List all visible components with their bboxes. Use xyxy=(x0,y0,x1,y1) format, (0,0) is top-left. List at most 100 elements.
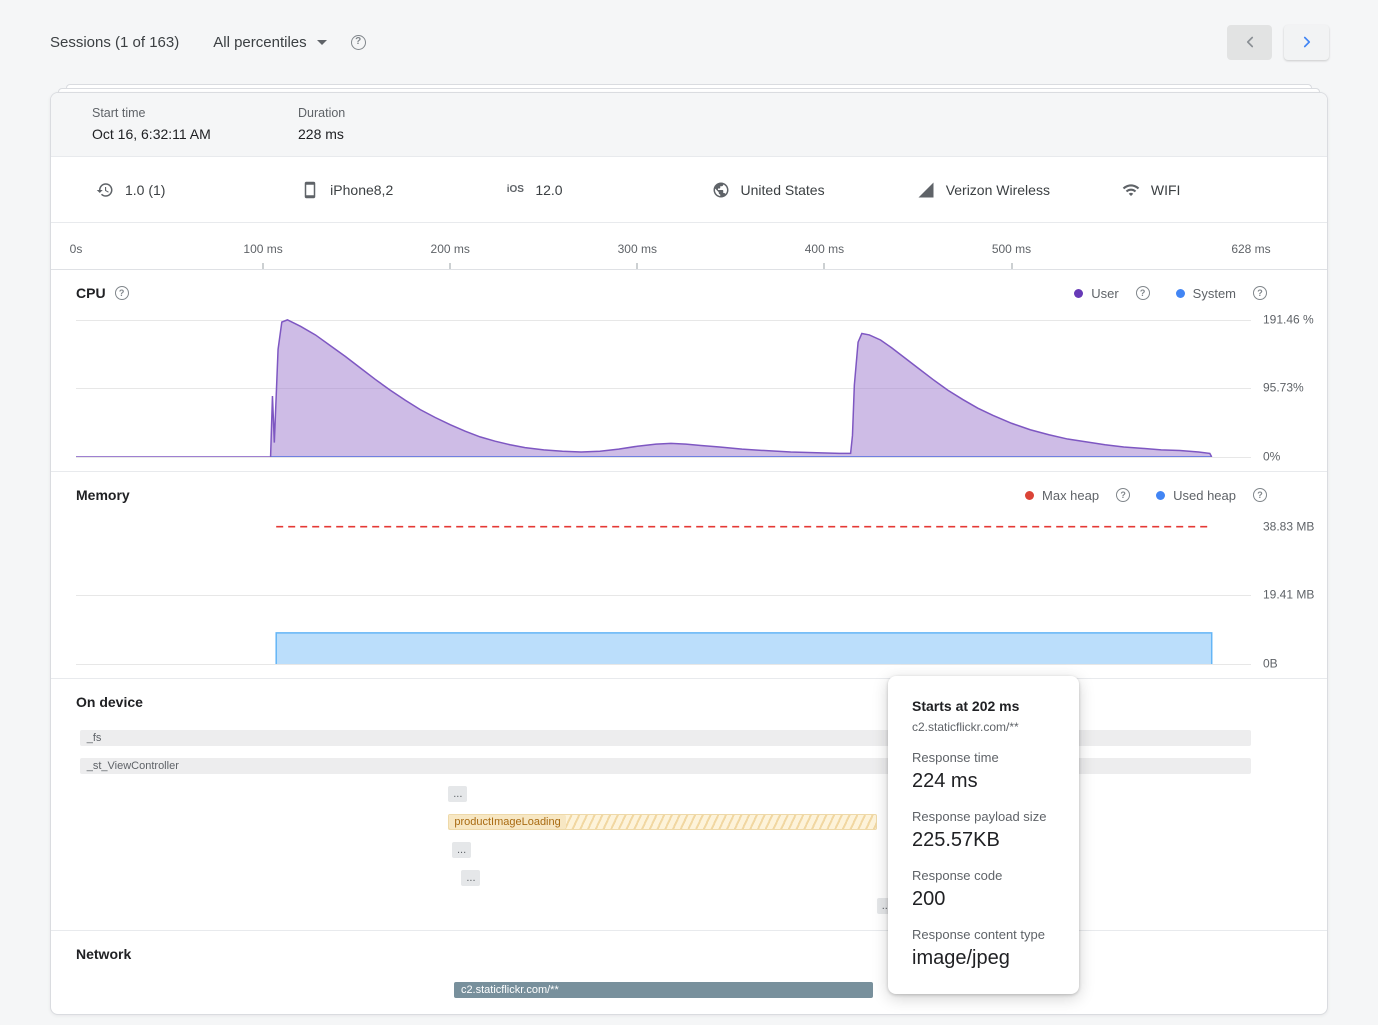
help-icon[interactable]: ? xyxy=(115,286,129,300)
timeline-tick-mark xyxy=(450,263,451,269)
collapsed-traces-marker[interactable]: ... xyxy=(448,786,467,802)
trace-label: _fs xyxy=(87,732,102,744)
chevron-right-icon xyxy=(1298,33,1316,51)
timeline-tick-label: 0s xyxy=(70,242,83,256)
help-icon[interactable]: ? xyxy=(351,35,366,50)
memory-legend: Max heap ? Used heap ? xyxy=(1025,488,1267,503)
start-time-group: Start time Oct 16, 6:32:11 AM xyxy=(92,106,298,142)
timeline-tick-label: 200 ms xyxy=(431,242,470,256)
timeline-tick-label: 628 ms xyxy=(1231,242,1270,256)
help-icon[interactable]: ? xyxy=(1116,488,1130,502)
trace-bar[interactable]: productImageLoading xyxy=(448,814,876,830)
chart-y-axis-label: 19.41 MB xyxy=(1263,588,1315,603)
memory-chart-zone: 38.83 MB19.41 MB0B xyxy=(76,519,1251,664)
device-info-row: 1.0 (1) iPhone8,2 iOS 12.0 United States… xyxy=(51,157,1327,223)
chart-y-axis-label: 0% xyxy=(1263,450,1315,465)
cellular-signal-icon xyxy=(917,181,935,199)
tooltip-field-label: Response code xyxy=(912,868,1055,883)
device-model-item: iPhone8,2 xyxy=(301,181,506,199)
help-icon[interactable]: ? xyxy=(1136,286,1150,300)
network-type-item: WIFI xyxy=(1122,181,1327,199)
memory-section-header: Memory Max heap ? Used heap ? xyxy=(51,472,1327,515)
carrier-value: Verizon Wireless xyxy=(946,182,1050,198)
duration-label: Duration xyxy=(298,106,504,120)
timeline-ruler-track: 0s100 ms200 ms300 ms400 ms500 ms628 ms xyxy=(76,223,1251,269)
country-item: United States xyxy=(712,181,917,199)
max-heap-legend-label: Max heap xyxy=(1042,488,1099,503)
cpu-chart-svg xyxy=(76,317,1251,457)
network-section: Network c2.staticflickr.com/** xyxy=(51,931,1327,998)
system-legend-label: System xyxy=(1193,286,1236,301)
cpu-chart[interactable] xyxy=(76,317,1251,457)
timeline-tick-mark xyxy=(637,263,638,269)
chart-gridline xyxy=(76,457,1251,458)
legend-item-used-heap: Used heap ? xyxy=(1156,488,1267,503)
network-request-bar[interactable]: c2.staticflickr.com/** xyxy=(454,982,873,998)
collapsed-traces-marker[interactable]: ... xyxy=(452,842,471,858)
memory-chart-svg xyxy=(76,519,1251,664)
chart-y-axis-label: 191.46 % xyxy=(1263,312,1315,327)
cpu-legend: User ? System ? xyxy=(1074,286,1267,301)
tooltip-field-value: 225.57KB xyxy=(912,828,1055,852)
network-section-header: Network xyxy=(51,931,1327,974)
max-heap-legend-dot xyxy=(1025,491,1034,500)
ios-icon: iOS xyxy=(506,184,524,195)
tooltip-fields: Response time224 msResponse payload size… xyxy=(912,750,1055,970)
network-type-value: WIFI xyxy=(1151,182,1181,198)
used-heap-legend-dot xyxy=(1156,491,1165,500)
session-nav xyxy=(1227,25,1329,60)
tooltip-title: Starts at 202 ms xyxy=(912,698,1055,714)
memory-title: Memory xyxy=(76,487,130,503)
os-version-item: iOS 12.0 xyxy=(506,182,711,198)
chart-gridline xyxy=(76,664,1251,665)
start-time-label: Start time xyxy=(92,106,298,120)
previous-session-button[interactable] xyxy=(1227,25,1272,60)
sessions-count-label: Sessions (1 of 163) xyxy=(50,34,179,51)
chart-y-axis-label: 95.73% xyxy=(1263,381,1315,396)
start-time-value: Oct 16, 6:32:11 AM xyxy=(92,126,298,142)
help-icon[interactable]: ? xyxy=(1253,488,1267,502)
top-bar: Sessions (1 of 163) All percentiles ? xyxy=(0,0,1378,84)
memory-chart[interactable] xyxy=(76,519,1251,664)
memory-section: Memory Max heap ? Used heap ? 38. xyxy=(51,472,1327,679)
on-device-section-header: On device xyxy=(51,679,1327,722)
tooltip-field-value: 224 ms xyxy=(912,769,1055,793)
network-title: Network xyxy=(76,946,131,962)
system-legend-dot xyxy=(1176,289,1185,298)
collapsed-traces-marker[interactable]: ... xyxy=(461,870,480,886)
next-session-button[interactable] xyxy=(1284,25,1329,60)
user-legend-dot xyxy=(1074,289,1083,298)
app-version-value: 1.0 (1) xyxy=(125,182,165,198)
app-version-item: 1.0 (1) xyxy=(96,181,301,199)
user-legend-label: User xyxy=(1091,286,1118,301)
percentile-dropdown[interactable]: All percentiles xyxy=(213,34,326,51)
trace-label: ... xyxy=(466,872,475,884)
timeline-tick-label: 300 ms xyxy=(618,242,657,256)
tooltip-field-label: Response time xyxy=(912,750,1055,765)
trace-label: productImageLoading xyxy=(449,815,565,829)
globe-icon xyxy=(712,181,730,199)
legend-item-user: User ? xyxy=(1074,286,1149,301)
trace-label: ... xyxy=(453,788,462,800)
on-device-title: On device xyxy=(76,694,143,710)
help-icon[interactable]: ? xyxy=(1253,286,1267,300)
timeline-ruler[interactable]: 0s 100 ms 200 ms 300 ms 400 ms 500 ms 628 ms xyxy=(51,223,1327,270)
legend-item-max-heap: Max heap ? xyxy=(1025,488,1130,503)
trace-label: ... xyxy=(457,844,466,856)
cpu-title: CPU xyxy=(76,285,106,301)
chevron-left-icon xyxy=(1241,33,1259,51)
carrier-item: Verizon Wireless xyxy=(917,181,1122,199)
chart-y-axis-label: 0B xyxy=(1263,657,1315,672)
session-info-bar: Start time Oct 16, 6:32:11 AM Duration 2… xyxy=(51,93,1327,157)
timeline-tick-mark xyxy=(263,263,264,269)
timeline-tick-label: 400 ms xyxy=(805,242,844,256)
device-model-value: iPhone8,2 xyxy=(330,182,393,198)
history-icon xyxy=(96,181,114,199)
timeline-tick-label: 500 ms xyxy=(992,242,1031,256)
timeline-tick-label: 100 ms xyxy=(243,242,282,256)
timeline-tick-mark xyxy=(824,263,825,269)
session-detail-page: Sessions (1 of 163) All percentiles ? St… xyxy=(0,0,1378,1025)
used-heap-legend-label: Used heap xyxy=(1173,488,1236,503)
os-version-value: 12.0 xyxy=(535,182,562,198)
on-device-section: On device _fs_st_ViewController...produc… xyxy=(51,679,1327,931)
